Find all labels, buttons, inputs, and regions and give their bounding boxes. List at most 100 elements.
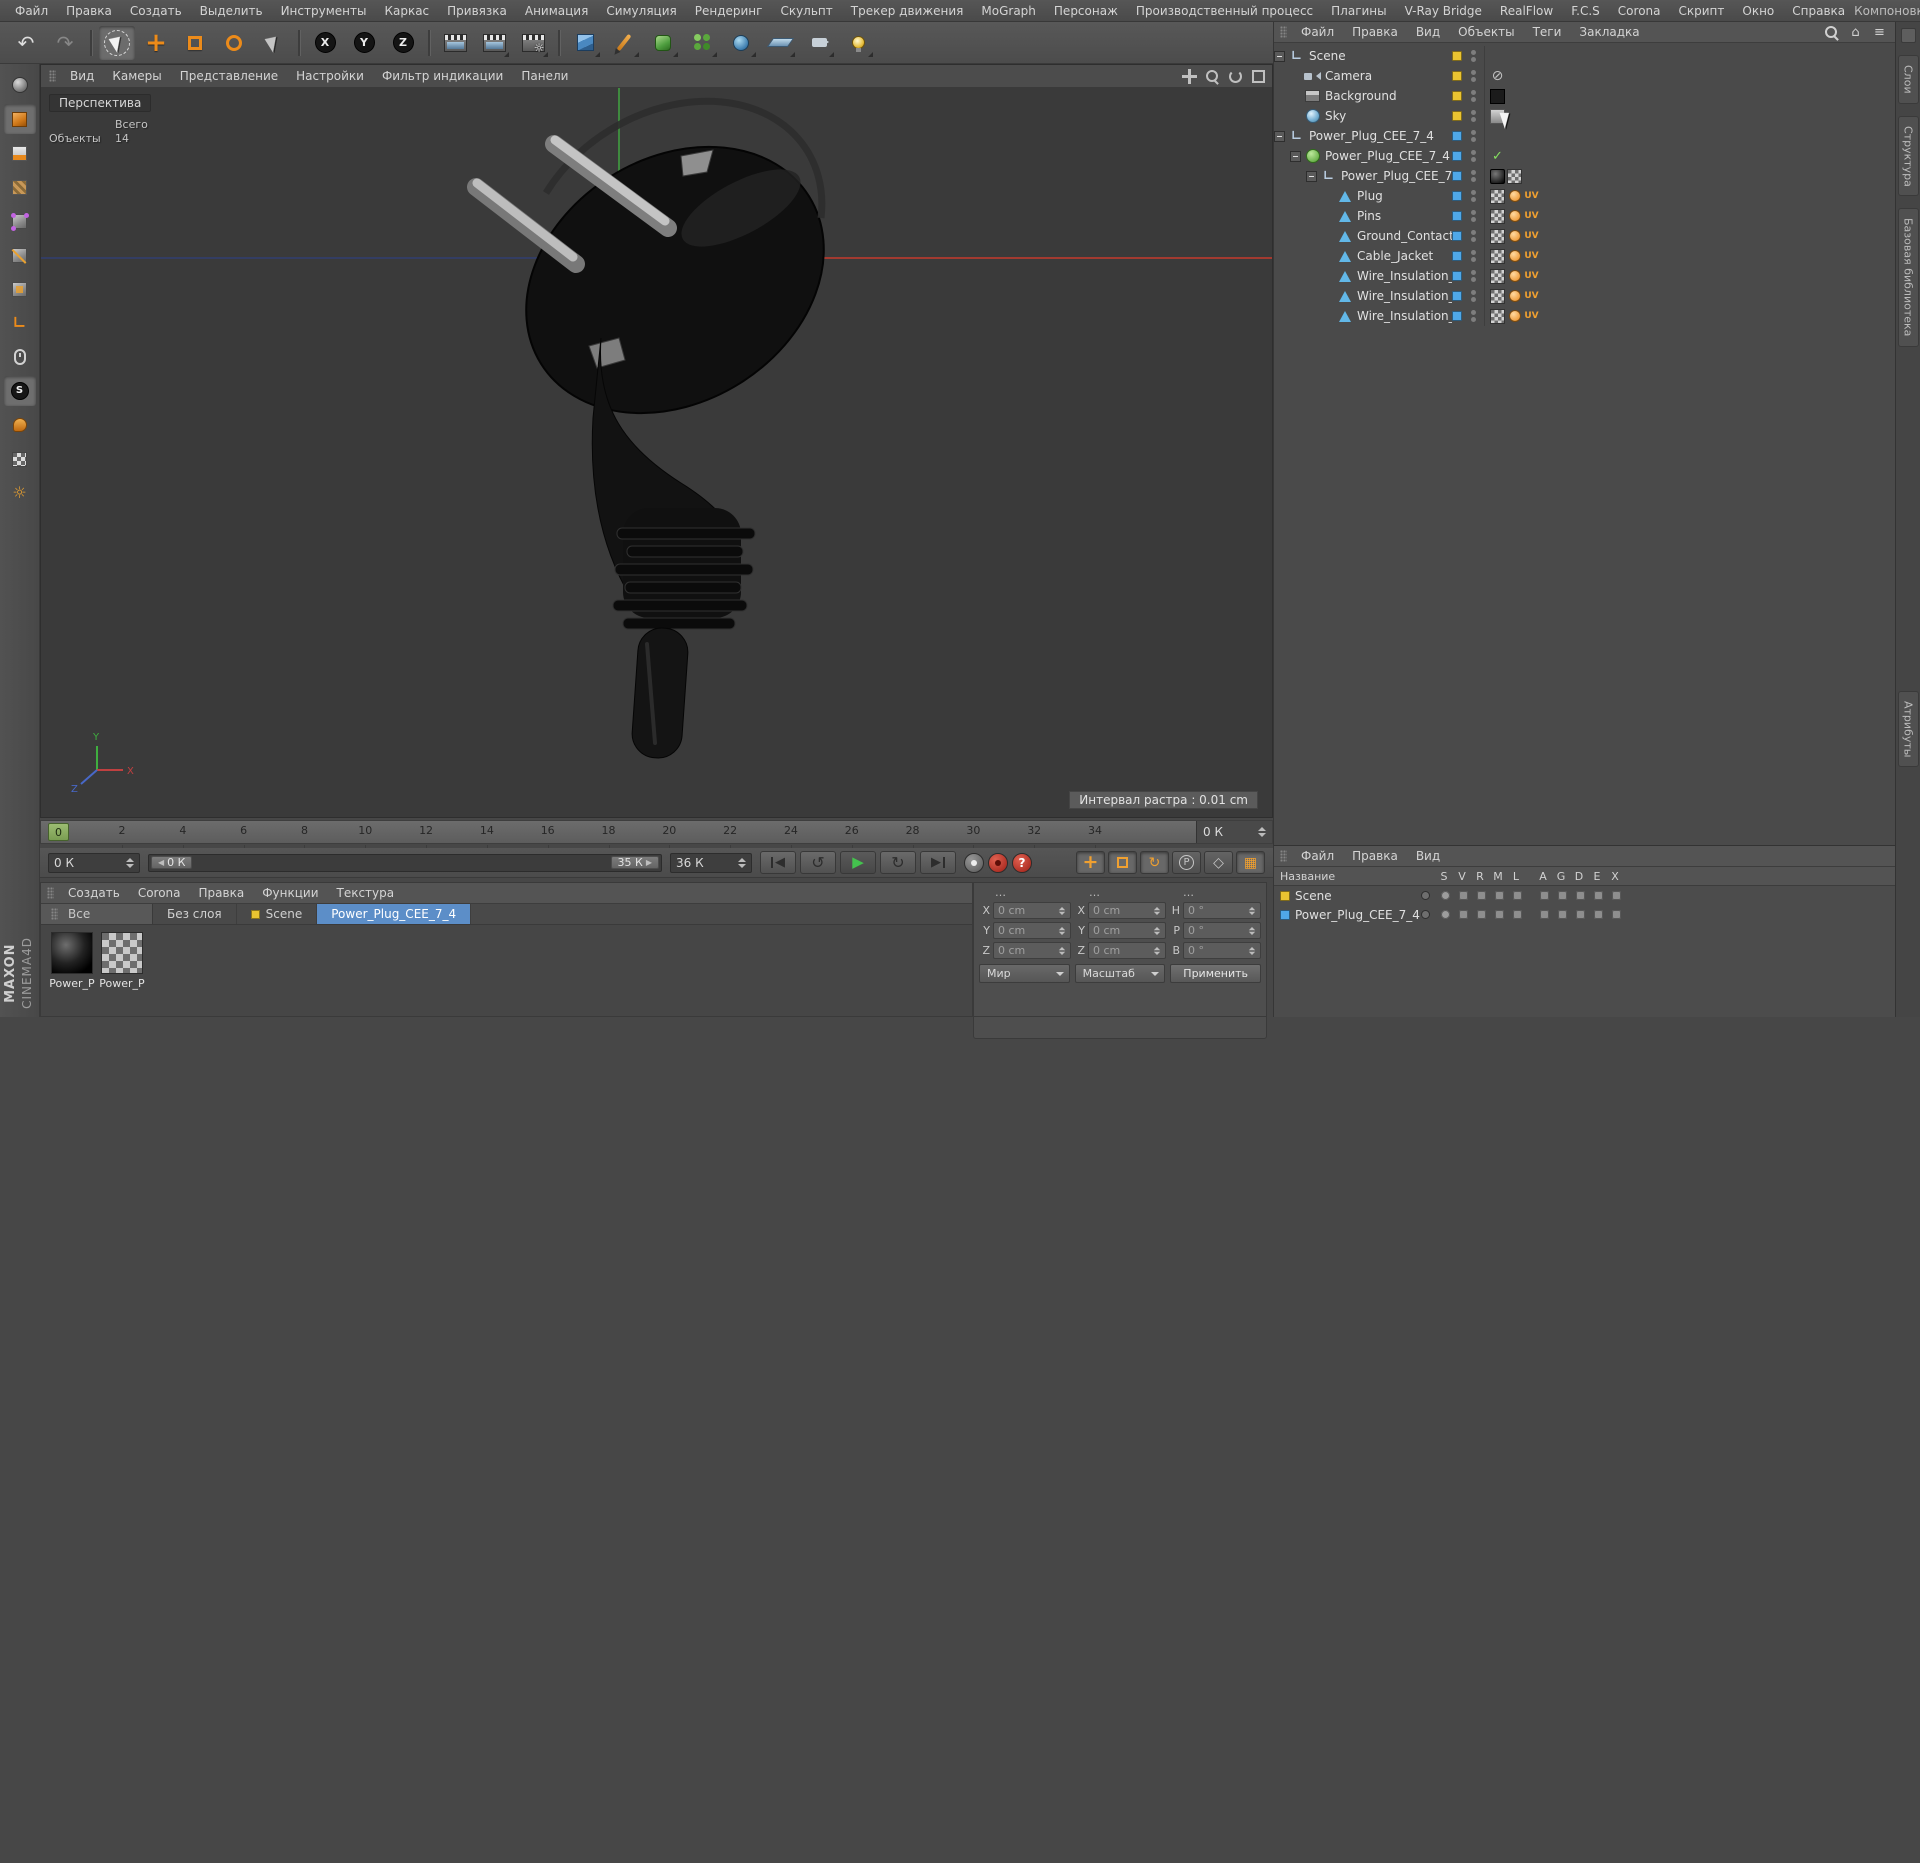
toolbar-button[interactable] [437,26,473,60]
layer-toggle-icon[interactable] [1455,908,1471,921]
playhead-marker[interactable]: 0 [48,823,69,841]
object-tag-icon[interactable] [1524,269,1539,284]
mode-button[interactable]: ☼ [4,478,36,508]
record-button[interactable]: ? [1012,853,1032,873]
mode-button[interactable]: ∟ [4,308,36,338]
toolbar-button[interactable]: + [138,26,174,60]
menubar-item[interactable]: RealFlow [1491,2,1562,20]
object-color-chip[interactable] [1452,71,1462,81]
dock-icon[interactable] [1901,28,1916,43]
material-item[interactable]: Power_P [47,932,97,990]
object-color-chip[interactable] [1452,291,1462,301]
object-tag-icon[interactable] [1490,249,1505,264]
keyframe-toggle[interactable] [1108,851,1137,874]
menubar-item[interactable]: Скрипт [1670,2,1734,20]
layer-column-letter[interactable]: G [1553,870,1569,883]
object-tag-icon[interactable] [1507,269,1522,284]
object-name[interactable]: Sky [1325,109,1346,123]
layer-toggle-icon[interactable] [1572,908,1588,921]
layer-toggle-icon[interactable] [1509,908,1525,921]
material-menu-item[interactable]: Corona [129,884,190,902]
mode-button[interactable] [4,274,36,304]
range-start-handle[interactable]: ◀ 0 К [151,856,192,869]
object-tag-icon[interactable] [1490,269,1505,284]
menubar-item[interactable]: F.C.S [1562,2,1609,20]
layer-column-letter[interactable]: L [1508,870,1524,883]
layer-toggle-icon[interactable] [1473,908,1489,921]
keyframe-toggle[interactable]: ↻ [1140,851,1169,874]
layer-column-letter[interactable]: S [1436,870,1452,883]
rotation-field[interactable]: 0 ° [1183,942,1261,959]
object-tag-icon[interactable] [1507,309,1522,324]
manager-icon[interactable]: ⌂ [1848,25,1863,40]
object-manager-menu-item[interactable]: Теги [1524,23,1571,41]
viewport-menu-item[interactable]: Фильтр индикации [373,67,512,85]
object-name[interactable]: Scene [1309,49,1346,63]
toolbar-button[interactable] [567,26,603,60]
object-manager-menu-item[interactable]: Вид [1407,23,1449,41]
position-field[interactable]: 0 cm [993,902,1071,919]
toolbar-button[interactable] [645,26,681,60]
visibility-dots[interactable] [1467,230,1479,242]
object-tag-icon[interactable] [1507,189,1522,204]
scale-mode-dropdown[interactable]: Масштаб [1075,964,1166,983]
mode-button[interactable] [4,444,36,474]
layer-name[interactable]: Scene [1295,889,1421,903]
layer-toggle-icon[interactable] [1608,908,1624,921]
keyframe-toggle[interactable]: + [1076,851,1105,874]
material-menu-item[interactable]: Функции [253,884,327,902]
size-field[interactable]: 0 cm [1088,942,1166,959]
object-tag-icon[interactable] [1507,209,1522,224]
record-button[interactable] [988,853,1008,873]
toolbar-button[interactable] [840,26,876,60]
material-menu-item[interactable]: Создать [59,884,129,902]
toolbar-button[interactable] [684,26,720,60]
visibility-dots[interactable] [1467,270,1479,282]
material-layer-tab[interactable]: Scene [237,904,318,924]
mode-button[interactable] [4,410,36,440]
object-name[interactable]: Power_Plug_CEE_7_4 [1309,129,1434,143]
menubar-item[interactable]: Инструменты [272,2,376,20]
layer-toggle-icon[interactable] [1608,889,1624,902]
toolbar-button[interactable] [801,26,837,60]
object-row[interactable]: ∟ Scene [1274,46,1895,66]
panel-grip-icon[interactable] [47,887,54,899]
layer-toggle-icon[interactable] [1491,889,1507,902]
menubar-item[interactable]: Скульпт [771,2,841,20]
object-color-chip[interactable] [1452,231,1462,241]
mode-button[interactable] [4,70,36,100]
object-color-chip[interactable] [1452,111,1462,121]
toolbar-button[interactable]: Y [346,26,382,60]
spinner-icon[interactable] [1154,907,1160,915]
spinner-icon[interactable] [1258,827,1266,837]
visibility-dots[interactable] [1467,150,1479,162]
toolbar-button[interactable] [606,26,642,60]
toolbar-button[interactable] [554,26,564,60]
material-menu-item[interactable]: Текстура [328,884,404,902]
mode-button[interactable] [4,240,36,270]
layer-toggle-icon[interactable] [1473,889,1489,902]
object-row[interactable]: Wire_Insulation_01 [1274,266,1895,286]
object-tag-icon[interactable] [1490,89,1505,104]
spinner-icon[interactable] [1059,947,1065,955]
object-color-chip[interactable] [1452,91,1462,101]
spinner-icon[interactable] [1059,907,1065,915]
object-manager-menu-item[interactable]: Закладка [1570,23,1648,41]
layer-row[interactable]: Power_Plug_CEE_7_4 [1274,905,1895,924]
menubar-item[interactable]: V-Ray Bridge [1396,2,1491,20]
menubar-item[interactable]: Окно [1733,2,1783,20]
viewport-menu-item[interactable]: Вид [61,67,103,85]
object-name[interactable]: Power_Plug_CEE_7_4 [1341,169,1452,183]
mode-button[interactable] [4,172,36,202]
object-tag-icon[interactable] [1524,209,1539,224]
layer-toggle-icon[interactable] [1572,889,1588,902]
preview-range-slider[interactable]: ◀ 0 К 35 К ▶ [148,854,662,872]
mode-button[interactable]: S [4,376,36,406]
menubar-item[interactable]: Правка [57,2,121,20]
current-frame-field[interactable]: 0 К [48,853,140,873]
manager-icon[interactable] [1824,25,1839,40]
coordinates-column-header[interactable]: … [979,886,1073,899]
material-layer-tab[interactable]: Без слоя [153,904,237,924]
spinner-icon[interactable] [1154,927,1160,935]
expander-icon[interactable] [1274,51,1285,62]
